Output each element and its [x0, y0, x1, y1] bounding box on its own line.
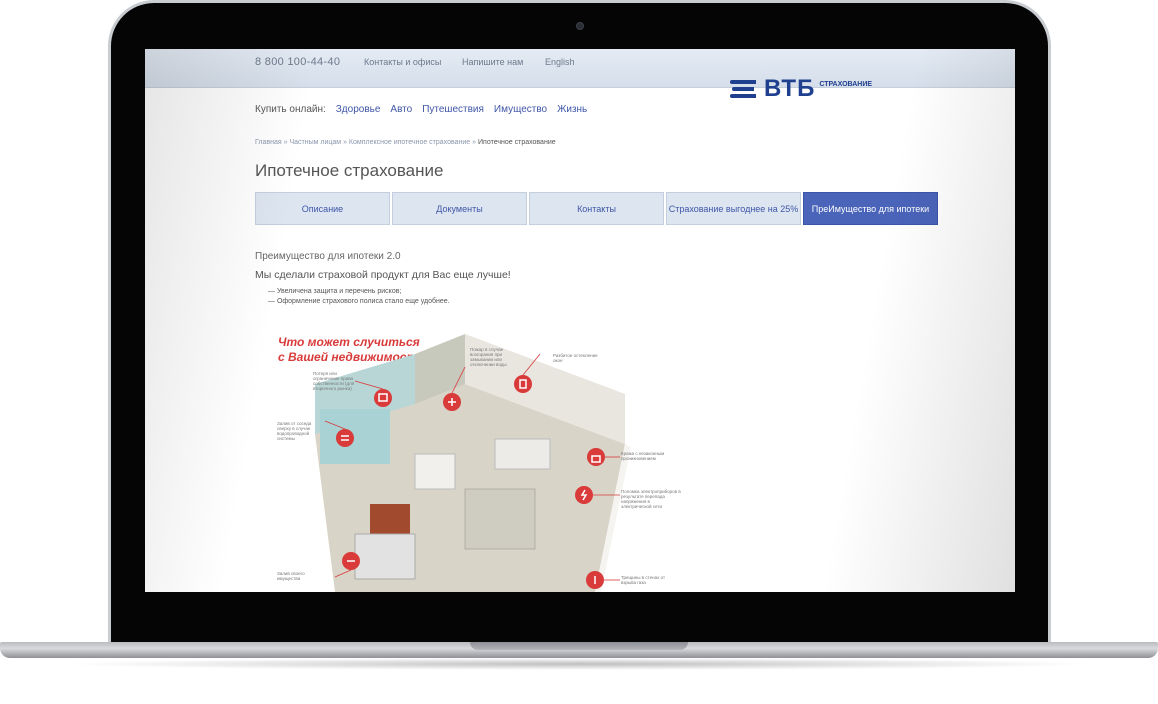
document-pin-icon — [374, 389, 392, 407]
bed — [494, 438, 551, 470]
callout-neighbor-leak: Залив от соседа сверху в случае водопров… — [277, 421, 312, 441]
callout-electric: Поломка электроприборов в результате пер… — [621, 489, 681, 509]
sofa — [414, 453, 456, 490]
rug — [370, 504, 410, 534]
callout-fire: Пожар в случае возгорания при замыкании … — [470, 347, 507, 367]
browser-screen: 8 800 100-44-40 Контакты и офисы Напишит… — [145, 49, 1015, 592]
callout-own-flood: Залив своего имущества — [277, 571, 305, 581]
leak-pin-icon — [336, 429, 354, 447]
apartment-infographic — [315, 334, 631, 592]
callout-ownership: Потеря или ограничение права собственнос… — [313, 371, 355, 391]
callout-glass: Разбитое остекление окон — [553, 353, 598, 363]
living-room — [464, 488, 536, 550]
lock-pin-icon — [587, 448, 605, 466]
laptop-notch — [470, 642, 688, 650]
callout-theft: Кража с незаконным проникновением — [621, 451, 665, 461]
kitchen — [354, 533, 416, 580]
laptop-shadow — [60, 658, 1098, 670]
bathroom-floor — [320, 409, 390, 464]
camera-icon — [576, 22, 584, 30]
callout-gas: Трещины в стенах от взрыва газа — [621, 575, 666, 585]
window-pin-icon — [514, 375, 532, 393]
